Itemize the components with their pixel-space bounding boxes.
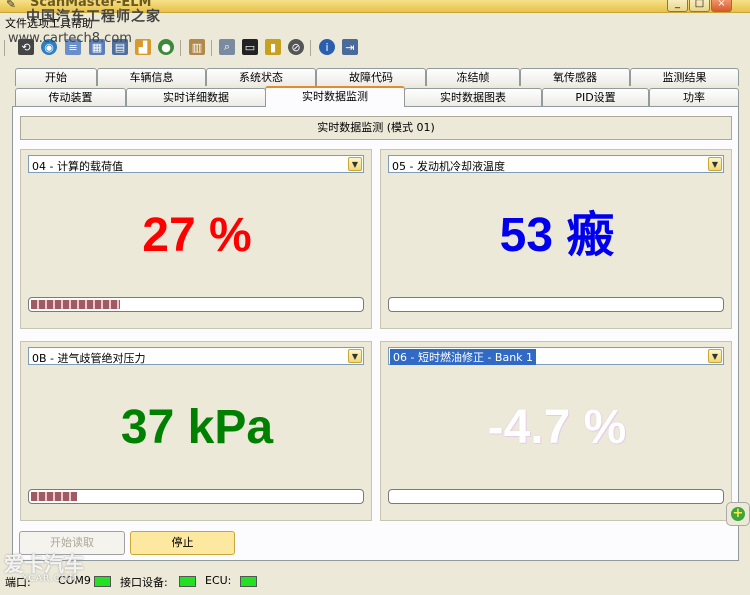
progress-fill: [31, 300, 120, 309]
close-button[interactable]: ×: [711, 0, 732, 12]
chevron-down-icon[interactable]: ▼: [348, 157, 362, 171]
tab-live-monitor[interactable]: 实时数据监测: [265, 86, 405, 107]
battery-icon[interactable]: ▮: [265, 39, 281, 55]
plus-icon: +: [731, 506, 745, 521]
gauge-1: 05 - 发动机冷却液温度 ▼ 53 瘢: [380, 149, 732, 329]
tab-live-chart[interactable]: 实时数据图表: [404, 88, 542, 106]
tab-start[interactable]: 开始: [15, 68, 97, 86]
maximize-button[interactable]: □: [689, 0, 710, 12]
panel-header: 实时数据监测 (模式 01): [20, 116, 732, 140]
progress-bar: [388, 297, 724, 312]
tab-monitor-results[interactable]: 监测结果: [630, 68, 739, 86]
terminal-icon[interactable]: ▭: [242, 39, 258, 55]
tab-freeze-frame[interactable]: 冻结帧: [426, 68, 520, 86]
chevron-down-icon[interactable]: ▼: [708, 349, 722, 363]
gauge-2: 0B - 进气歧管绝对压力 ▼ 37 kPa: [20, 341, 372, 521]
gauge-0: 04 - 计算的载荷值 ▼ 27 %: [20, 149, 372, 329]
pid-selector-label: 05 - 发动机冷却液温度: [392, 160, 505, 173]
app-icon: ✎: [6, 0, 17, 11]
brand-watermark-en: XCAR.COM: [22, 574, 78, 584]
minimize-button[interactable]: _: [667, 0, 688, 12]
exit-icon[interactable]: ⇥: [342, 39, 358, 55]
ecu-led: [240, 576, 257, 587]
gauge-value: 53 瘢: [499, 209, 615, 262]
tab-pid-settings[interactable]: PID设置: [542, 88, 649, 106]
info-icon[interactable]: i: [319, 39, 335, 55]
menu-file[interactable]: 文件: [5, 15, 27, 31]
clipboard-icon[interactable]: ▥: [189, 39, 205, 55]
chart-icon[interactable]: ▟: [135, 39, 151, 55]
tab-live-detail[interactable]: 实时详细数据: [126, 88, 266, 106]
port-led: [94, 576, 111, 587]
person-icon[interactable]: ●: [158, 39, 174, 55]
pid-selector-3[interactable]: 06 - 短时燃油修正 - Bank 1 ▼: [388, 347, 724, 365]
search-icon[interactable]: ⌕: [219, 39, 235, 55]
add-button[interactable]: +: [726, 502, 750, 526]
tab-transmission[interactable]: 传动装置: [15, 88, 126, 106]
progress-bar: [28, 489, 364, 504]
gauge-3: 06 - 短时燃油修正 - Bank 1 ▼ -4.7 %: [380, 341, 732, 521]
gauge-value: -4.7 %: [487, 401, 627, 454]
ecu-label: ECU:: [205, 574, 232, 587]
tab-system-status[interactable]: 系统状态: [206, 68, 316, 86]
gauge-value: 27 %: [142, 209, 252, 262]
watermark-url: www.cartech8.com: [8, 31, 132, 46]
interface-label: 接口设备:: [120, 576, 168, 589]
status-bar: 端口: COM9 接口设备: ECU:: [0, 570, 750, 595]
chevron-down-icon[interactable]: ▼: [348, 349, 362, 363]
tab-trouble-codes[interactable]: 故障代码: [316, 68, 426, 86]
tab-vehicle-info[interactable]: 车辆信息: [97, 68, 206, 86]
disc-icon[interactable]: ⊘: [288, 39, 304, 55]
interface-led: [179, 576, 196, 587]
chevron-down-icon[interactable]: ▼: [708, 157, 722, 171]
pid-selector-2[interactable]: 0B - 进气歧管绝对压力 ▼: [28, 347, 364, 365]
stop-button[interactable]: 停止: [130, 531, 235, 555]
pid-selector-label: 0B - 进气歧管绝对压力: [32, 352, 146, 365]
pid-selector-0[interactable]: 04 - 计算的载荷值 ▼: [28, 155, 364, 173]
progress-bar: [388, 489, 724, 504]
pid-selector-label: 04 - 计算的载荷值: [32, 160, 123, 173]
progress-bar: [28, 297, 364, 312]
progress-fill: [31, 492, 77, 501]
tab-power[interactable]: 功率: [649, 88, 739, 106]
watermark-text: 中国汽车工程师之家: [26, 9, 161, 25]
pid-selector-1[interactable]: 05 - 发动机冷却液温度 ▼: [388, 155, 724, 173]
brand-watermark: 爱卡汽车: [4, 552, 84, 576]
gauge-value: 37 kPa: [120, 401, 274, 454]
pid-selector-label: 06 - 短时燃油修正 - Bank 1: [390, 349, 537, 365]
tab-o2-sensor[interactable]: 氧传感器: [520, 68, 630, 86]
